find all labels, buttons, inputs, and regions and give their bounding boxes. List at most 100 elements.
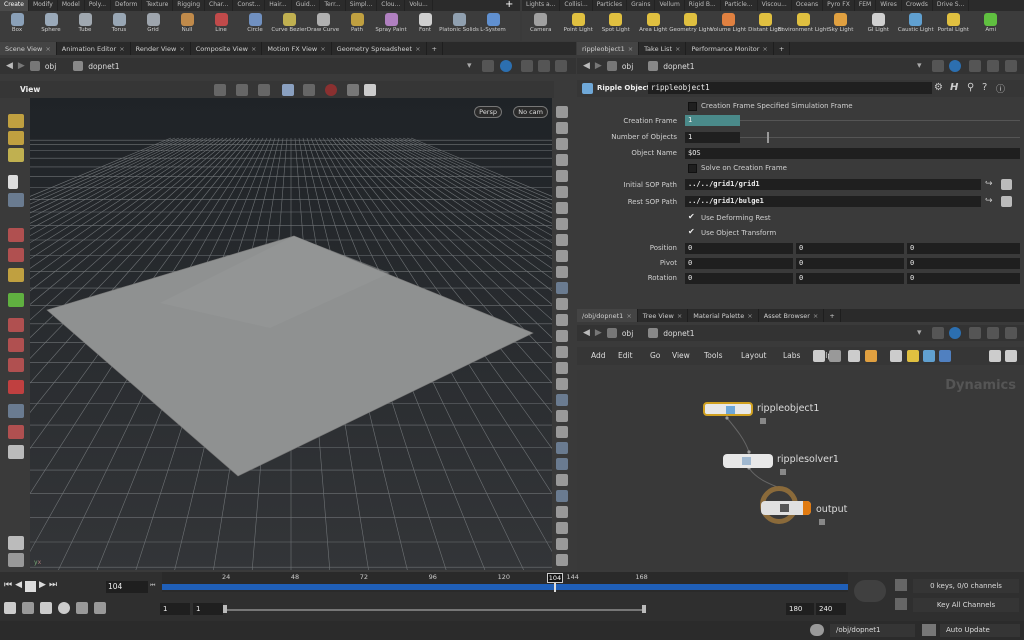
solve-on-creation-checkbox[interactable]: [688, 164, 697, 173]
num-objects-field[interactable]: 1: [685, 132, 740, 143]
network-menu-view[interactable]: View: [672, 351, 690, 360]
ripplesolver1-node[interactable]: [723, 454, 773, 468]
pin-tool-icon[interactable]: [8, 425, 24, 439]
path-dopnet[interactable]: dopnet1: [88, 62, 119, 71]
network-menu-add[interactable]: Add: [591, 351, 606, 360]
rippleobject1-label[interactable]: rippleobject1: [757, 403, 819, 414]
shelf-tool-torus[interactable]: Torus: [102, 11, 136, 41]
lock-icon[interactable]: [8, 193, 24, 207]
close-tab-icon[interactable]: ×: [45, 45, 50, 53]
creation-frame-field[interactable]: 1: [685, 115, 740, 126]
display-flag[interactable]: [803, 501, 811, 515]
display-options-icon[interactable]: [556, 106, 568, 118]
link-visibility-icon[interactable]: [347, 84, 359, 96]
rest-sop-chooser-icon[interactable]: [1001, 196, 1012, 207]
shelf-tool-l-system[interactable]: L-System: [476, 11, 510, 41]
visibility-icon[interactable]: [556, 234, 568, 246]
scale-icon[interactable]: [556, 522, 568, 534]
param-path-obj[interactable]: obj: [622, 62, 633, 71]
no-entry-icon[interactable]: [325, 84, 337, 96]
shelf-tab-left-8[interactable]: Const...: [233, 0, 266, 11]
grid-toggle-icon[interactable]: [556, 378, 568, 390]
shelf-tool-font[interactable]: Font: [408, 11, 442, 41]
shelf-tab-left-0[interactable]: Create: [0, 0, 29, 11]
range-start-field[interactable]: 1: [160, 603, 190, 615]
use-object-transform-checkbox[interactable]: [688, 227, 697, 238]
shelf-tool-gi-light[interactable]: GI Light: [860, 11, 898, 41]
shelf-tab-right-10[interactable]: FEM: [855, 0, 877, 11]
shelf-tab-left-6[interactable]: Rigging: [173, 0, 206, 11]
net-path-obj[interactable]: obj: [622, 329, 633, 338]
scene-tab-2[interactable]: Render View ×: [131, 42, 191, 55]
pivot-icon[interactable]: [556, 538, 568, 550]
color-palette-icon[interactable]: [865, 350, 877, 362]
shelf-tab-right-7[interactable]: Viscou...: [758, 0, 792, 11]
background-icon[interactable]: [556, 266, 568, 278]
playhead[interactable]: 104: [547, 573, 563, 583]
camera-view-icon[interactable]: [282, 84, 294, 96]
range-slider[interactable]: [225, 609, 645, 611]
select-tool-icon[interactable]: [8, 114, 24, 128]
pose-tool-icon[interactable]: [8, 148, 24, 162]
shelf-tab-left-3[interactable]: Poly...: [85, 0, 112, 11]
network-tab-2[interactable]: Material Palette ×: [688, 309, 759, 322]
position-z-field[interactable]: 0: [907, 243, 1020, 254]
close-tab-icon[interactable]: ×: [320, 45, 325, 53]
net-link-icon[interactable]: [949, 327, 961, 339]
network-menu-edit[interactable]: Edit: [618, 351, 633, 360]
shelf-tool-circle[interactable]: Circle: [238, 11, 272, 41]
camera-tool-icon[interactable]: [8, 536, 24, 550]
shelf-tab-right-2[interactable]: Particles: [593, 0, 628, 11]
close-tab-icon[interactable]: ×: [415, 45, 420, 53]
wrench-icon[interactable]: [813, 350, 825, 362]
ghost-icon[interactable]: [556, 154, 568, 166]
close-tab-icon[interactable]: ×: [119, 45, 124, 53]
shelf-tab-right-8[interactable]: Oceans: [792, 0, 824, 11]
flip-icon[interactable]: [556, 506, 568, 518]
shelf-tab-left-4[interactable]: Deform: [111, 0, 143, 11]
shelf-tool-volume-light[interactable]: Volume Light: [710, 11, 748, 41]
param-tab-2[interactable]: Performance Monitor ×: [686, 42, 774, 55]
list-icon[interactable]: [848, 350, 860, 362]
shelf-tab-left-12[interactable]: Simpl...: [346, 0, 378, 11]
key-channels-icon[interactable]: [895, 579, 907, 591]
shelf-tab-left-2[interactable]: Model: [58, 0, 85, 11]
maximize-icon[interactable]: [538, 60, 550, 72]
light-bulb-icon[interactable]: [556, 218, 568, 230]
shelf-tab-left-13[interactable]: Clou...: [377, 0, 406, 11]
shelf-tool-platonic-solids[interactable]: Platonic Solids: [439, 11, 479, 41]
shelf-tool-sky-light[interactable]: Sky Light: [822, 11, 860, 41]
shelf-tool-geometry-light[interactable]: Geometry Light: [669, 11, 712, 41]
pick-mode-icon[interactable]: [236, 84, 248, 96]
help-h-icon[interactable]: H: [950, 82, 958, 93]
persp-button[interactable]: Persp: [474, 106, 502, 118]
network-tab-0[interactable]: /obj/dopnet1 ×: [577, 309, 638, 322]
shelf-tool-null[interactable]: Null: [170, 11, 204, 41]
pin-icon[interactable]: [482, 60, 494, 72]
range-slider-start-handle[interactable]: [223, 605, 227, 613]
net-menu-icon[interactable]: [1005, 327, 1017, 339]
shelf-tab-right-13[interactable]: Drive S...: [933, 0, 970, 11]
help-icon[interactable]: ?: [982, 82, 987, 93]
network-box-icon[interactable]: [939, 350, 951, 362]
param-new-tab-icon[interactable]: [969, 60, 981, 72]
snapshot-icon[interactable]: [556, 362, 568, 374]
shelf-tab-right-9[interactable]: Pyro FX: [823, 0, 855, 11]
scene-tab-1[interactable]: Animation Editor ×: [57, 42, 131, 55]
output-label[interactable]: output: [816, 504, 847, 515]
vertex-icon[interactable]: [556, 314, 568, 326]
texture-icon[interactable]: [556, 458, 568, 470]
audio-toggle[interactable]: [854, 580, 886, 602]
arrow-cursor-icon[interactable]: [8, 175, 18, 189]
param-menu-icon[interactable]: [1005, 60, 1017, 72]
overlay-icon[interactable]: [556, 410, 568, 422]
info-icon[interactable]: ⓘ: [996, 82, 1005, 95]
shelf-tool-sphere[interactable]: Sphere: [34, 11, 68, 41]
primitive-numbers-icon[interactable]: [556, 330, 568, 342]
param-link-icon[interactable]: [949, 60, 961, 72]
shelf-tab-right-11[interactable]: Wires: [876, 0, 902, 11]
shelf-tool-tube[interactable]: Tube: [68, 11, 102, 41]
shelf-tab-right-12[interactable]: Crowds: [902, 0, 933, 11]
param-back-arrow-icon[interactable]: ◀: [583, 61, 590, 71]
play-reverse-icon[interactable]: ◀: [15, 580, 22, 592]
